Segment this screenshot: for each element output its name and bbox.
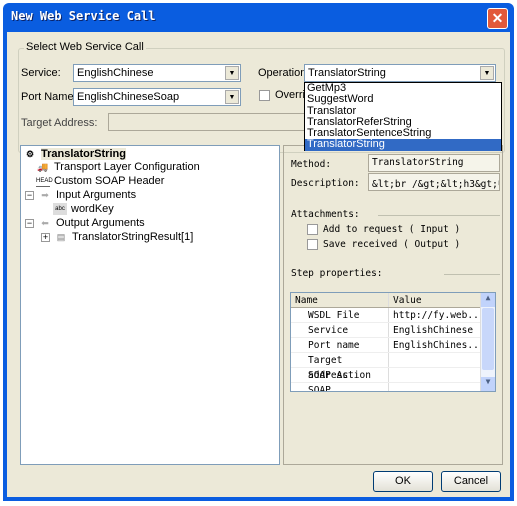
- operation-select[interactable]: TranslatorString ▼: [304, 64, 496, 82]
- vertical-scrollbar[interactable]: ▲ ▼: [480, 293, 495, 391]
- properties-grid: Name Value WSDL File http://fy.web... Serv…: [290, 292, 496, 392]
- chevron-up-icon[interactable]: ▲: [481, 293, 495, 307]
- add-to-request-checkbox[interactable]: Add to request ( Input ): [307, 224, 460, 235]
- grid-header: Name Value: [291, 293, 495, 308]
- description-field[interactable]: &lt;br /&gt;&lt;h3&gt;中文: [368, 173, 500, 191]
- method-label: Method:: [291, 159, 332, 170]
- tree-item-label: Input Arguments: [56, 189, 137, 201]
- tree-item-label: Custom SOAP Header: [54, 175, 165, 187]
- chevron-down-icon[interactable]: ▼: [480, 66, 494, 80]
- chevron-down-icon[interactable]: ▼: [481, 377, 495, 391]
- dialog-window: New Web Service Call ✕ Select Web Servic…: [3, 3, 514, 501]
- table-row[interactable]: WSDL File http://fy.web...: [291, 308, 495, 323]
- property-value[interactable]: [389, 353, 481, 367]
- port-label: Port Name:: [21, 91, 77, 103]
- property-value[interactable]: [389, 368, 481, 382]
- column-header-name[interactable]: Name: [291, 293, 389, 307]
- port-value: EnglishChineseSoap: [77, 91, 180, 103]
- step-properties-label: Step properties:: [291, 268, 383, 279]
- call-tree: ⚙ TranslatorString 🚚 Transport Layer Confi…: [20, 145, 280, 465]
- arrow-right-icon: ➡: [41, 190, 49, 201]
- details-panel: Method: TranslatorString Description: &l…: [283, 145, 503, 465]
- collapse-icon[interactable]: −: [25, 190, 34, 200]
- tree-root[interactable]: ⚙ TranslatorString: [23, 147, 126, 161]
- operation-value: TranslatorString: [308, 67, 386, 79]
- cancel-button[interactable]: Cancel: [441, 471, 501, 492]
- option-selected[interactable]: TranslatorString: [305, 139, 501, 151]
- tree-item[interactable]: abc wordKey: [53, 202, 114, 216]
- tree-item[interactable]: − ⬅ Output Arguments: [25, 216, 145, 230]
- chevron-down-icon[interactable]: ▼: [225, 66, 239, 80]
- table-row[interactable]: Target address: [291, 353, 495, 381]
- tree-item[interactable]: + ▤ TranslatorStringResult[1]: [41, 230, 193, 244]
- property-name: Service: [291, 323, 389, 337]
- expand-icon[interactable]: +: [41, 232, 50, 242]
- table-row[interactable]: SOAP Namespace: [291, 383, 495, 391]
- property-value[interactable]: EnglishChinese: [389, 323, 481, 337]
- tree-item-label: TranslatorStringResult[1]: [72, 231, 194, 243]
- description-label: Description:: [291, 178, 360, 189]
- dialog-body: Select Web Service Call Service: English…: [7, 32, 510, 497]
- tree-item[interactable]: 🚚 Transport Layer Configuration: [36, 160, 200, 174]
- argument-icon: abc: [53, 203, 67, 216]
- property-name: SOAP Namespace: [291, 383, 389, 391]
- header-icon: HEAD: [36, 175, 53, 188]
- property-value[interactable]: http://fy.web...: [389, 308, 481, 322]
- tree-item[interactable]: HEADCustom SOAP Header: [36, 174, 164, 188]
- close-icon[interactable]: ✕: [487, 8, 508, 29]
- port-select[interactable]: EnglishChineseSoap ▼: [73, 88, 241, 106]
- divider: [378, 215, 500, 216]
- table-row[interactable]: Port name EnglishChines...: [291, 338, 495, 353]
- checkbox-label: Add to request ( Input ): [323, 224, 461, 235]
- step-icon: ⚙: [25, 149, 35, 160]
- checkbox-box[interactable]: [259, 89, 270, 101]
- property-name: Port name: [291, 338, 389, 352]
- chevron-down-icon[interactable]: ▼: [225, 90, 239, 104]
- property-name: WSDL File: [291, 308, 389, 322]
- target-address-label: Target Address:: [21, 117, 98, 129]
- save-received-checkbox[interactable]: Save received ( Output ): [307, 239, 460, 250]
- ok-button[interactable]: OK: [373, 471, 433, 492]
- service-value: EnglishChinese: [77, 67, 154, 79]
- table-row[interactable]: SOAP Action: [291, 368, 495, 383]
- scrollbar-thumb[interactable]: [482, 308, 494, 370]
- attachments-label: Attachments:: [291, 209, 360, 220]
- operation-dropdown-list: GetMp3 SuggestWord Translator Translator…: [304, 82, 502, 151]
- property-value[interactable]: [389, 383, 481, 391]
- divider: [444, 274, 500, 275]
- property-name: Target address: [291, 353, 389, 381]
- arrow-left-icon: ⬅: [41, 218, 49, 229]
- method-field[interactable]: TranslatorString: [368, 154, 500, 172]
- operation-label: Operation:: [258, 67, 310, 79]
- option[interactable]: SuggestWord: [305, 94, 501, 105]
- group-label: Select Web Service Call: [24, 41, 146, 53]
- tree-item-label: Output Arguments: [56, 217, 145, 229]
- property-value[interactable]: EnglishChines...: [389, 338, 481, 352]
- collapse-icon[interactable]: −: [25, 218, 34, 228]
- checkbox-box[interactable]: [307, 239, 318, 250]
- tree-item-label: wordKey: [71, 203, 114, 215]
- service-label: Service:: [21, 67, 61, 79]
- checkbox-box[interactable]: [307, 224, 318, 235]
- tree-root-label: TranslatorString: [41, 148, 126, 160]
- transport-icon: 🚚: [37, 162, 49, 173]
- table-row[interactable]: Service EnglishChinese: [291, 323, 495, 338]
- array-icon: ▤: [56, 232, 66, 243]
- window-title: New Web Service Call: [11, 9, 156, 23]
- checkbox-label: Save received ( Output ): [323, 239, 461, 250]
- service-select[interactable]: EnglishChinese ▼: [73, 64, 241, 82]
- tree-item[interactable]: − ➡ Input Arguments: [25, 188, 136, 202]
- column-header-value[interactable]: Value: [389, 293, 481, 307]
- tree-item-label: Transport Layer Configuration: [54, 161, 200, 173]
- property-name: SOAP Action: [291, 368, 389, 382]
